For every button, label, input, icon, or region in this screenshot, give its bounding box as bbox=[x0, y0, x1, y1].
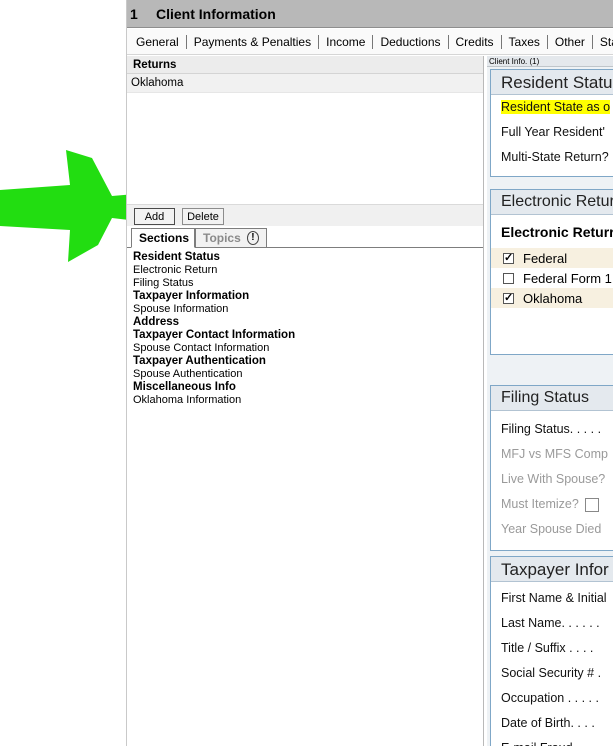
last-name-row[interactable]: Last Name. . . . . . bbox=[491, 611, 613, 636]
first-name-row[interactable]: First Name & Initial bbox=[491, 586, 613, 611]
title-number: 1 bbox=[130, 5, 138, 22]
federal-form-checkbox-label: Federal Form 1 bbox=[523, 270, 612, 286]
year-spouse-died-row: Year Spouse Died bbox=[501, 522, 602, 536]
section-list: Resident Status Electronic Return Filing… bbox=[127, 248, 483, 410]
oklahoma-checkbox-label: Oklahoma bbox=[523, 290, 583, 306]
must-itemize-checkbox bbox=[584, 497, 599, 512]
exclamation-icon: ! bbox=[246, 231, 259, 245]
returns-list: Oklahoma bbox=[127, 74, 483, 204]
tab-topics[interactable]: Topics ! bbox=[195, 228, 267, 248]
taxpayer-information-header: Taxpayer Infor bbox=[491, 557, 613, 582]
filing-status-header: Filing Status bbox=[491, 386, 613, 411]
resident-state-row[interactable]: Resident State as o bbox=[491, 95, 613, 120]
must-itemize-label: Must Itemize? bbox=[501, 497, 579, 511]
title-bar: 1 Client Information bbox=[127, 0, 613, 28]
section-item-address[interactable]: Address bbox=[133, 316, 477, 329]
section-item-miscellaneous-info[interactable]: Miscellaneous Info bbox=[133, 381, 477, 394]
tab-sections[interactable]: Sections bbox=[131, 228, 195, 248]
section-item-spouse-contact[interactable]: Spouse Contact Information bbox=[133, 342, 477, 355]
full-year-resident-row[interactable]: Full Year Resident' bbox=[491, 120, 613, 145]
right-pane: Client Info. (1) Resident Statu Resident… bbox=[487, 56, 613, 746]
electronic-return-subtitle: Electronic Returr bbox=[501, 224, 613, 240]
section-item-spouse-information[interactable]: Spouse Information bbox=[133, 303, 477, 316]
federal-form-checkbox-row[interactable]: Federal Form 1 bbox=[491, 268, 613, 288]
tab-sections-label: Sections bbox=[139, 231, 190, 245]
multi-state-return-row[interactable]: Multi-State Return? bbox=[491, 145, 613, 170]
filing-status-panel: Filing Status Filing Status. . . . . MFJ… bbox=[490, 385, 613, 551]
section-tab-row: Sections Topics ! bbox=[127, 226, 483, 248]
section-item-oklahoma-information[interactable]: Oklahoma Information bbox=[133, 394, 477, 407]
oklahoma-checkbox[interactable]: ✓ bbox=[503, 292, 514, 304]
resident-status-header: Resident Statu bbox=[491, 70, 613, 95]
section-item-resident-status[interactable]: Resident Status bbox=[133, 251, 477, 264]
section-item-spouse-authentication[interactable]: Spouse Authentication bbox=[133, 368, 477, 381]
resident-state-label: Resident State as o bbox=[501, 100, 611, 114]
section-item-taxpayer-information[interactable]: Taxpayer Information bbox=[133, 290, 477, 303]
delete-button[interactable]: Delete bbox=[182, 208, 224, 225]
federal-checkbox[interactable]: ✓ bbox=[503, 252, 514, 264]
page-title: Client Information bbox=[156, 5, 276, 22]
tab-income[interactable]: Income bbox=[319, 34, 374, 49]
resident-status-panel: Resident Statu Resident State as o Full … bbox=[490, 69, 613, 177]
section-item-taxpayer-authentication[interactable]: Taxpayer Authentication bbox=[133, 355, 477, 368]
tab-other[interactable]: Other bbox=[548, 34, 593, 49]
tab-topics-label: Topics bbox=[203, 231, 241, 245]
client-info-label: Client Info. (1) bbox=[487, 56, 613, 67]
tab-taxes[interactable]: Taxes bbox=[502, 34, 548, 49]
taxpayer-information-panel: Taxpayer Infor First Name & Initial Last… bbox=[490, 556, 613, 746]
tab-credits[interactable]: Credits bbox=[449, 34, 502, 49]
application-window: 1 Client Information General Payments & … bbox=[126, 0, 613, 746]
live-with-spouse-row: Live With Spouse? bbox=[501, 472, 606, 486]
mfj-vs-mfs-row: MFJ vs MFS Comp bbox=[501, 447, 608, 461]
tab-general[interactable]: General bbox=[127, 34, 187, 49]
add-button[interactable]: Add bbox=[134, 208, 175, 225]
must-itemize-row: Must Itemize? bbox=[491, 492, 613, 517]
tab-bar: General Payments & Penalties Income Dedu… bbox=[127, 29, 613, 55]
oklahoma-checkbox-row[interactable]: ✓ Oklahoma bbox=[491, 288, 613, 308]
section-item-taxpayer-contact[interactable]: Taxpayer Contact Information bbox=[133, 329, 477, 342]
returns-button-bar: Add Delete bbox=[127, 204, 483, 226]
email-fraud-row[interactable]: E-mail Fraud... bbox=[491, 736, 613, 746]
ssn-row[interactable]: Social Security # . bbox=[491, 661, 613, 686]
title-suffix-row[interactable]: Title / Suffix . . . . bbox=[491, 636, 613, 661]
left-pane: Returns Oklahoma Add Delete Sections Top… bbox=[127, 56, 484, 746]
electronic-return-header: Electronic Retur bbox=[491, 190, 613, 215]
section-item-electronic-return[interactable]: Electronic Return bbox=[133, 264, 477, 277]
tab-state-local[interactable]: State & Lo bbox=[593, 35, 613, 49]
section-item-filing-status[interactable]: Filing Status bbox=[133, 277, 477, 290]
date-of-birth-row[interactable]: Date of Birth. . . . bbox=[491, 711, 613, 736]
tab-deductions[interactable]: Deductions bbox=[373, 34, 449, 49]
federal-checkbox-label: Federal bbox=[523, 250, 568, 266]
filing-status-row[interactable]: Filing Status. . . . . bbox=[491, 417, 613, 442]
returns-header: Returns bbox=[127, 56, 483, 74]
return-item-oklahoma[interactable]: Oklahoma bbox=[127, 74, 483, 93]
federal-checkbox-row[interactable]: ✓ Federal bbox=[491, 248, 613, 268]
tab-payments-penalties[interactable]: Payments & Penalties bbox=[187, 34, 320, 49]
occupation-row[interactable]: Occupation . . . . . bbox=[491, 686, 613, 711]
electronic-return-panel: Electronic Retur Electronic Returr ✓ Fed… bbox=[490, 189, 613, 355]
federal-form-checkbox[interactable] bbox=[503, 272, 514, 284]
